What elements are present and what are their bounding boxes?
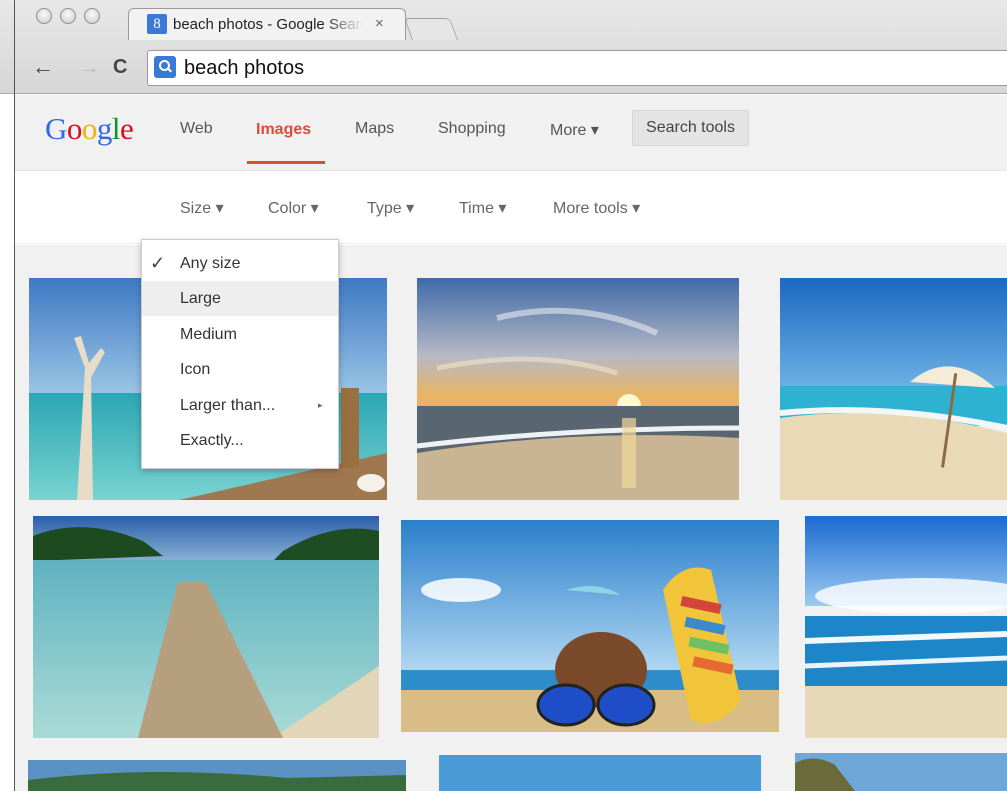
size-option-label: Exactly... — [180, 432, 244, 449]
size-option-label: Any size — [180, 255, 241, 272]
logo-letter: o — [81, 111, 98, 146]
thumbnail-coconut-flipflops[interactable] — [401, 520, 779, 732]
address-bar[interactable]: beach photos — [147, 50, 1007, 86]
back-arrow-icon[interactable]: ← — [32, 56, 54, 78]
size-option-label: Medium — [180, 326, 237, 343]
forward-arrow-icon[interactable]: → — [78, 56, 100, 78]
thumbnail-partial-1[interactable] — [28, 760, 406, 791]
google-nav-bar: Google Web Images Maps Shopping More ▾ S… — [15, 95, 1007, 171]
size-option-medium[interactable]: Medium — [142, 317, 338, 352]
google-logo[interactable]: Google — [45, 111, 134, 147]
nav-more[interactable]: More ▾ — [550, 120, 599, 140]
logo-letter: o — [66, 111, 83, 146]
nav-shopping[interactable]: Shopping — [438, 120, 506, 138]
nav-maps[interactable]: Maps — [355, 120, 394, 138]
thumbnail-wooden-jetty[interactable] — [33, 516, 379, 738]
color-filter[interactable]: Color ▾ — [268, 198, 319, 218]
close-window-button[interactable] — [36, 8, 52, 24]
active-tab-underline — [247, 161, 325, 164]
browser-tab[interactable]: 8 beach photos - Google Search × — [128, 8, 406, 40]
zoom-window-button[interactable] — [84, 8, 100, 24]
thumbnail-blue-sea[interactable] — [805, 516, 1007, 738]
logo-letter: g — [96, 111, 113, 146]
google-favicon-icon: 8 — [147, 14, 167, 34]
browser-chrome: 8 beach photos - Google Search × ← → C b… — [0, 0, 1007, 94]
size-option-label: Large — [180, 290, 221, 307]
more-tools-filter[interactable]: More tools ▾ — [553, 198, 640, 218]
tab-close-icon[interactable]: × — [375, 15, 384, 32]
size-option-label: Icon — [180, 361, 211, 378]
search-tools-button[interactable]: Search tools — [632, 110, 749, 146]
new-tab-button[interactable] — [403, 18, 459, 40]
size-option-any[interactable]: ✓ Any size — [142, 246, 338, 281]
thumbnail-beach-umbrella[interactable] — [780, 278, 1007, 500]
tab-title: beach photos - Google Search — [173, 16, 363, 33]
window-frame-edge — [14, 0, 15, 791]
thumbnail-partial-3[interactable] — [795, 753, 1007, 791]
size-option-large[interactable]: Large — [142, 281, 338, 316]
thumbnail-partial-2[interactable] — [439, 755, 761, 791]
logo-letter: e — [120, 111, 134, 146]
thumbnail-sunset-beach[interactable] — [417, 278, 739, 500]
search-tools-bar: Size ▾ Color ▾ Type ▾ Time ▾ More tools … — [15, 172, 1007, 244]
size-option-exactly[interactable]: Exactly... — [142, 423, 338, 458]
minimize-window-button[interactable] — [60, 8, 76, 24]
reload-icon[interactable]: C — [113, 56, 127, 78]
address-text[interactable]: beach photos — [184, 57, 304, 80]
nav-images[interactable]: Images — [256, 121, 311, 139]
checkmark-icon: ✓ — [150, 253, 166, 273]
logo-letter: l — [111, 111, 121, 146]
size-filter[interactable]: Size ▾ — [180, 198, 224, 218]
nav-web[interactable]: Web — [180, 120, 213, 138]
time-filter[interactable]: Time ▾ — [459, 198, 506, 218]
logo-letter: G — [45, 111, 67, 146]
size-option-larger-than[interactable]: Larger than... ▸ — [142, 388, 338, 423]
size-option-label: Larger than... — [180, 397, 276, 414]
search-icon — [154, 56, 176, 78]
size-option-icon[interactable]: Icon — [142, 352, 338, 387]
type-filter[interactable]: Type ▾ — [367, 198, 414, 218]
submenu-arrow-icon: ▸ — [318, 400, 323, 410]
size-dropdown-menu: ✓ Any size Large Medium Icon Larger than… — [141, 239, 339, 469]
